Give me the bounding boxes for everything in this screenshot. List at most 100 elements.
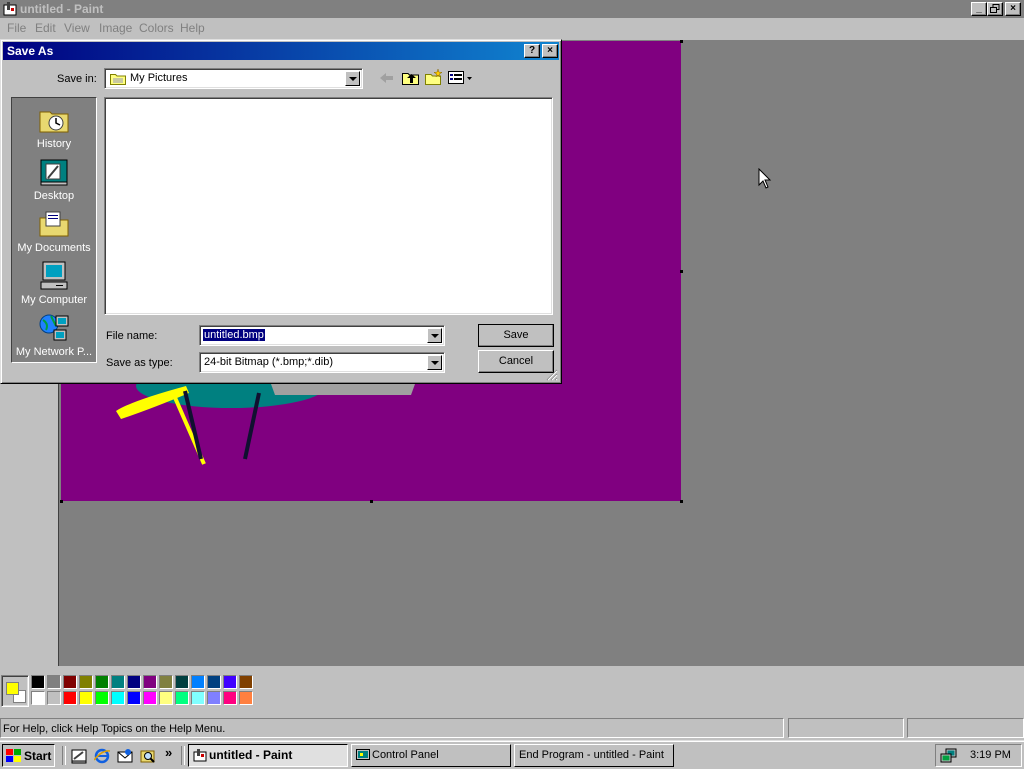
view-menu-icon[interactable] [448,71,474,88]
palette-swatch[interactable] [95,675,109,689]
resize-grip-icon[interactable] [546,369,558,384]
show-desktop-icon[interactable] [71,748,87,767]
palette-swatch[interactable] [143,691,157,705]
save-in-dropdown-arrow[interactable] [345,71,360,86]
places-my-documents-label: My Documents [17,242,91,254]
file-list-view[interactable] [104,97,553,315]
cancel-button-label: Cancel [498,355,534,367]
palette-swatch[interactable] [143,675,157,689]
canvas-handle-bottom-mid[interactable] [370,500,373,503]
minimize-button[interactable]: _ [971,2,987,16]
file-name-value[interactable]: untitled.bmp [203,329,265,341]
canvas-handle-right-mid[interactable] [680,270,683,273]
menu-image[interactable]: Image [99,21,132,35]
create-new-folder-icon[interactable] [425,68,443,88]
places-my-documents[interactable]: My Documents [12,208,96,254]
places-my-network[interactable]: My Network P... [12,312,96,358]
taskbar-button-paint-label: untitled - Paint [209,748,293,762]
system-tray: 3:19 PM [935,744,1022,767]
taskbar: Start » untitled - Paint Control Panel E… [0,740,1024,769]
save-as-type-dropdown-arrow[interactable] [427,355,442,370]
dialog-help-button[interactable]: ? [524,44,540,58]
quick-launch-chevron[interactable]: » [165,745,172,760]
palette-swatch[interactable] [31,675,45,689]
palette-swatch[interactable] [63,675,77,689]
places-desktop-label: Desktop [33,190,75,202]
save-button[interactable]: Save [478,324,554,347]
up-one-level-icon[interactable] [402,70,420,88]
restore-button[interactable] [987,2,1003,16]
places-history-label: History [36,138,72,150]
palette-swatch[interactable] [127,675,141,689]
places-desktop[interactable]: Desktop [12,156,96,202]
palette-swatch[interactable] [191,691,205,705]
palette-swatch[interactable] [159,675,173,689]
close-window-button[interactable]: × [1005,2,1021,16]
palette-swatch[interactable] [239,675,253,689]
file-name-label: File name: [106,330,158,342]
taskbar-button-control-panel-label: Control Panel [372,749,439,761]
palette-swatch[interactable] [191,675,205,689]
palette-swatch[interactable] [223,675,237,689]
color-box [0,667,1024,715]
palette-swatch[interactable] [31,691,45,705]
network-tray-icon[interactable] [940,748,958,767]
cancel-button[interactable]: Cancel [478,350,554,373]
internet-explorer-icon[interactable] [93,748,111,767]
places-my-network-label: My Network P... [15,346,93,358]
save-as-dialog: Save As ? × Save in: My Pictures History [0,39,562,384]
menu-file[interactable]: File [7,21,26,35]
foreground-color-swatch[interactable] [6,682,19,695]
palette-swatch[interactable] [63,691,77,705]
palette-swatch[interactable] [207,691,221,705]
palette-swatch[interactable] [207,675,221,689]
palette-swatch[interactable] [223,691,237,705]
my-network-places-icon [38,312,70,344]
palette-swatch[interactable] [239,691,253,705]
places-bar: History Desktop My Documents My Computer… [11,97,97,363]
current-colors-indicator[interactable] [1,675,29,707]
dialog-close-button[interactable]: × [542,44,558,58]
canvas-handle-bottom-right[interactable] [680,500,683,503]
back-arrow-icon[interactable] [379,71,395,88]
palette-swatch[interactable] [95,691,109,705]
paint-app-icon[interactable] [3,2,17,16]
palette-swatch[interactable] [127,691,141,705]
start-label: Start [24,749,52,763]
outlook-express-icon[interactable] [117,748,133,767]
paint-title-bar[interactable]: untitled - Paint _ × [0,0,1024,18]
dialog-title-bar[interactable]: Save As ? × [3,42,559,60]
menu-colors[interactable]: Colors [139,21,174,35]
clock[interactable]: 3:19 PM [970,749,1011,761]
file-name-field[interactable]: untitled.bmp [199,325,445,346]
file-name-dropdown-arrow[interactable] [427,328,442,343]
taskbar-button-paint[interactable]: untitled - Paint [188,744,348,767]
places-history[interactable]: History [12,104,96,150]
menu-help[interactable]: Help [180,21,205,35]
my-computer-icon [38,260,70,292]
palette-swatch[interactable] [47,675,61,689]
start-button[interactable]: Start [2,744,55,767]
folder-icon [110,72,126,88]
palette-swatch[interactable] [175,675,189,689]
places-my-computer[interactable]: My Computer [12,260,96,306]
taskbar-button-end-program[interactable]: End Program - untitled - Paint [514,744,674,767]
save-as-type-dropdown[interactable]: 24-bit Bitmap (*.bmp;*.dib) [199,352,445,373]
save-in-dropdown[interactable]: My Pictures [104,68,363,89]
my-documents-icon [38,208,70,240]
palette-swatch[interactable] [111,675,125,689]
canvas-handle-right-top[interactable] [680,40,683,43]
palette-swatch[interactable] [79,691,93,705]
palette-swatch[interactable] [175,691,189,705]
palette-swatch[interactable] [79,675,93,689]
palette-swatch[interactable] [47,691,61,705]
menu-edit[interactable]: Edit [35,21,56,35]
canvas-handle-bottom-left[interactable] [60,500,63,503]
palette-swatch[interactable] [159,691,173,705]
taskbar-button-control-panel[interactable]: Control Panel [351,744,511,767]
palette-swatch[interactable] [111,691,125,705]
save-button-label: Save [503,329,529,341]
search-icon[interactable] [140,748,156,767]
menu-view[interactable]: View [64,21,90,35]
paint-menu-bar: File Edit View Image Colors Help [0,18,1024,38]
